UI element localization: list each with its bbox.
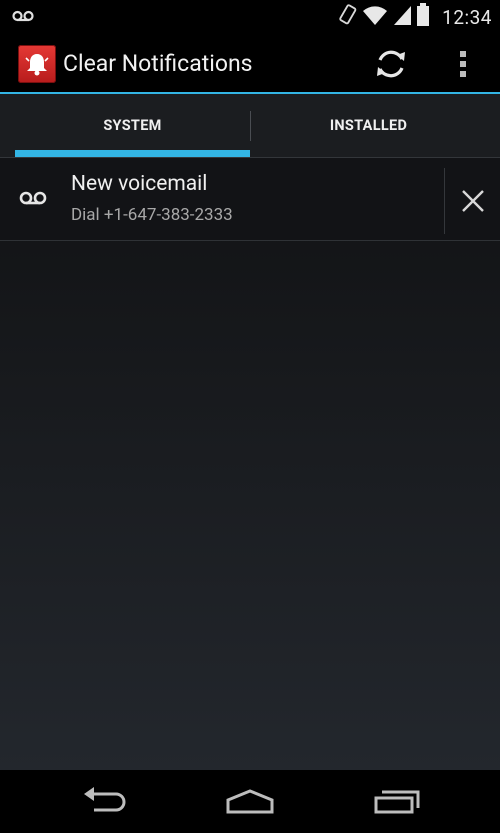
- selected-tab-indicator: [15, 150, 250, 157]
- overflow-menu-button[interactable]: [452, 45, 476, 83]
- notification-title: New voicemail: [71, 172, 208, 196]
- voicemail-icon: [19, 190, 47, 210]
- tab-bar: SYSTEM INSTALLED: [0, 94, 500, 158]
- row-divider: [444, 168, 445, 234]
- notification-list: New voicemail Dial +1-647-383-2333: [0, 158, 500, 770]
- back-icon: [84, 787, 126, 812]
- rotation-icon: [338, 4, 358, 30]
- bell-icon: [25, 54, 49, 76]
- overflow-menu-icon: [460, 51, 466, 77]
- notification-subtitle: Dial +1-647-383-2333: [71, 205, 233, 225]
- refresh-button[interactable]: [373, 45, 409, 83]
- wifi-icon: [362, 4, 388, 30]
- app-icon[interactable]: [18, 45, 56, 83]
- action-bar: Clear Notifications: [0, 33, 500, 94]
- back-button[interactable]: [80, 784, 130, 820]
- list-item[interactable]: New voicemail Dial +1-647-383-2333: [0, 158, 500, 241]
- status-clock: 12:34: [442, 5, 492, 29]
- navigation-bar: [0, 770, 500, 833]
- home-button[interactable]: [225, 784, 275, 820]
- voicemail-status-icon: [12, 8, 34, 27]
- status-bar: 12:34: [0, 0, 500, 33]
- app-title: Clear Notifications: [63, 50, 253, 77]
- close-icon: [462, 190, 484, 212]
- recents-button[interactable]: [372, 784, 422, 820]
- home-icon: [226, 789, 274, 814]
- refresh-icon: [377, 50, 405, 78]
- tab-system[interactable]: SYSTEM: [15, 94, 250, 157]
- battery-icon: [416, 3, 430, 31]
- recents-icon: [374, 790, 420, 814]
- cell-signal-icon: [392, 4, 412, 30]
- tab-installed[interactable]: INSTALLED: [251, 94, 486, 157]
- dismiss-button[interactable]: [446, 168, 500, 234]
